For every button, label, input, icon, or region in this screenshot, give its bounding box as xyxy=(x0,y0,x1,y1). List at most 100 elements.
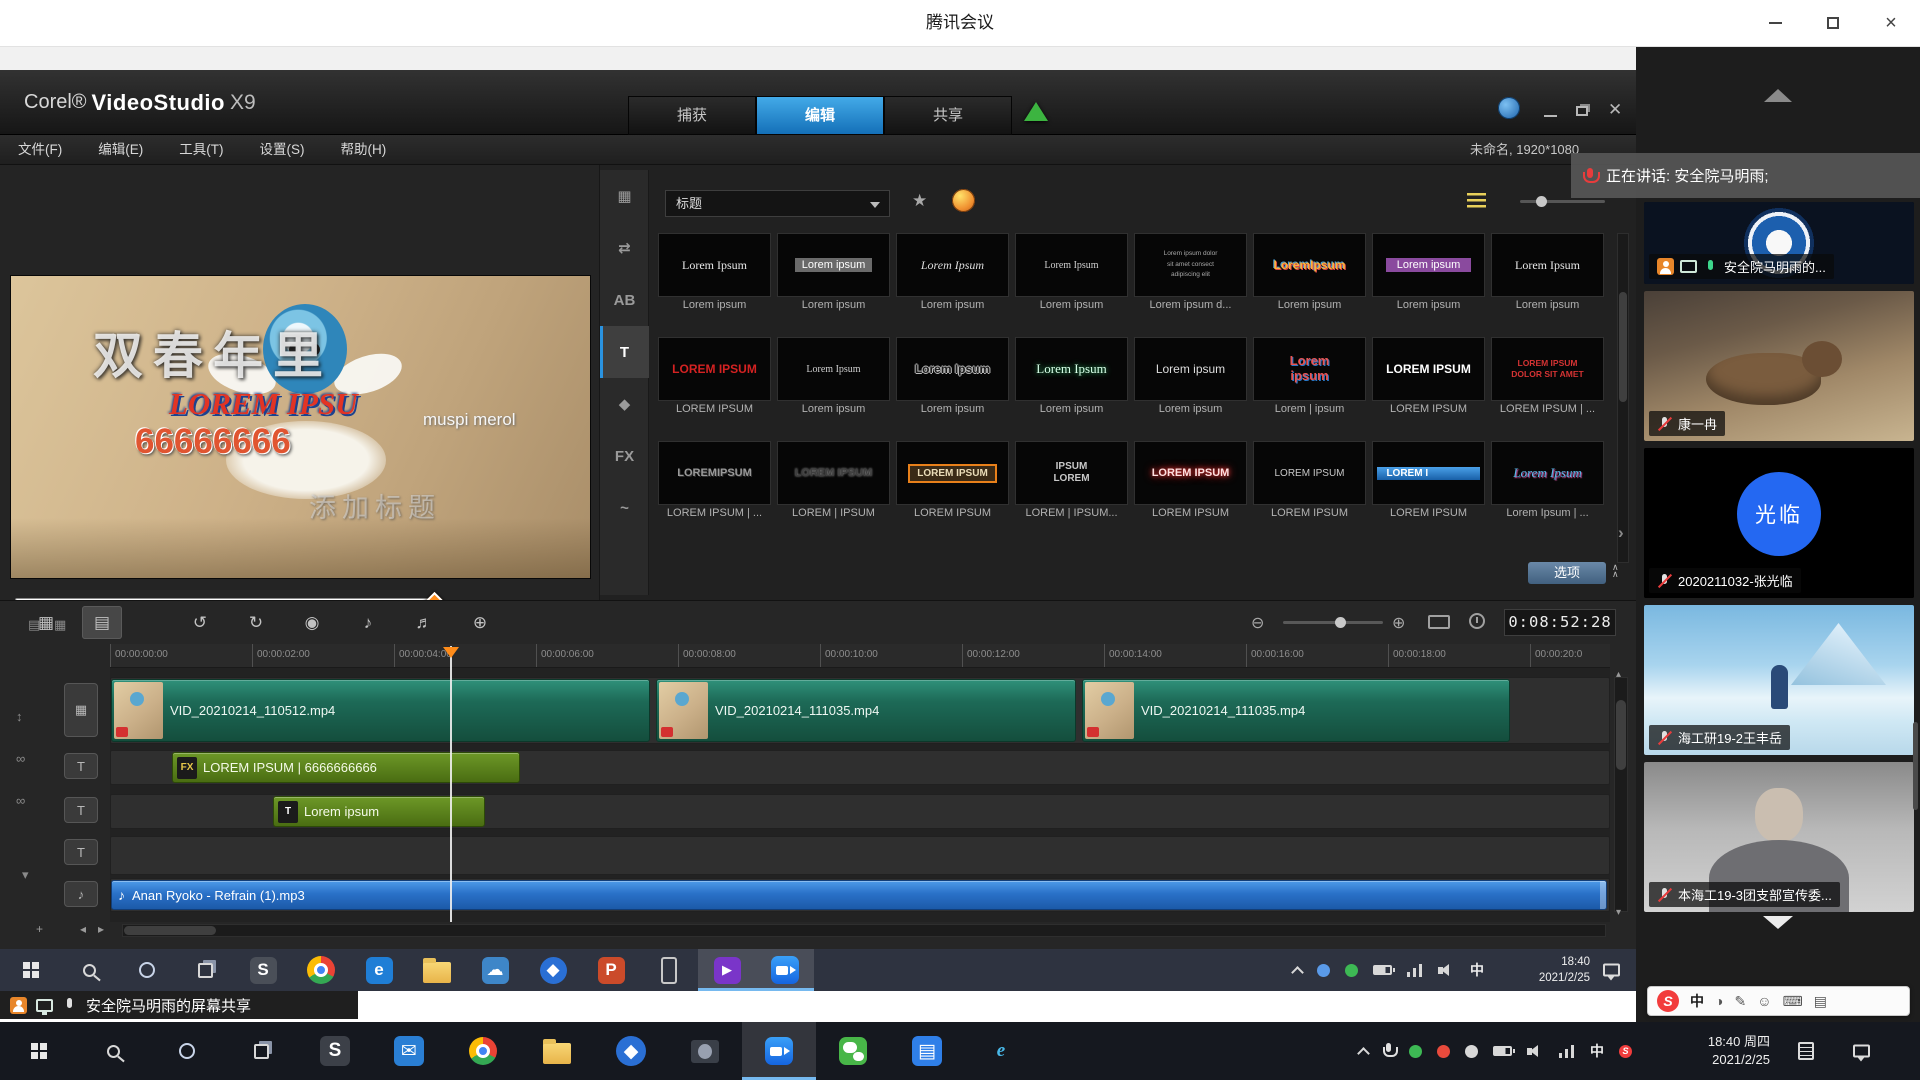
powerpoint-icon[interactable]: P xyxy=(582,949,640,991)
zoom-in-icon[interactable]: ⊕ xyxy=(1392,613,1405,633)
music-track-button[interactable]: ♪ xyxy=(64,881,98,907)
video-clip[interactable]: VID_20210214_110512.mp4 xyxy=(111,679,650,742)
video-clip[interactable]: VID_20210214_111035.mp4 xyxy=(1082,679,1510,742)
undo-icon[interactable]: ↺ xyxy=(180,606,220,639)
title-icon[interactable]: T xyxy=(600,326,649,378)
slider-handle[interactable] xyxy=(1536,196,1547,207)
link-track-icon[interactable]: ∞ xyxy=(16,751,25,766)
halfwidth-icon[interactable]: ◑ xyxy=(1715,993,1723,1009)
compass-icon[interactable]: ◆ xyxy=(594,1022,668,1080)
app-restore-icon[interactable] xyxy=(1576,106,1588,116)
swap-tracks-icon[interactable]: ↕ xyxy=(16,709,23,724)
filter-icon[interactable]: FX xyxy=(600,430,649,482)
media-icon[interactable]: ▦ xyxy=(600,170,649,222)
purchase-globe-icon[interactable] xyxy=(1498,97,1520,119)
title-clip[interactable]: FX LOREM IPSUM | 6666666666 xyxy=(172,752,520,783)
timeline-vscrollbar[interactable] xyxy=(1614,677,1628,912)
options-button[interactable]: 选项 xyxy=(1528,562,1606,584)
video-track-button[interactable]: ▦ xyxy=(64,683,98,737)
record-capture-icon[interactable]: ◉ xyxy=(292,606,332,639)
link-track-icon[interactable]: ∞ xyxy=(16,793,25,808)
panel-expand-icon[interactable]: › xyxy=(1618,523,1624,543)
participant-tile[interactable]: 本海工19-3团支部宣传委... xyxy=(1644,762,1914,912)
collapse-tracks-icon[interactable]: ▾ xyxy=(22,867,29,883)
title-template-tile[interactable]: IPSUM LOREM LOREM | IPSUM... xyxy=(1015,441,1128,522)
scroll-right-icon[interactable]: ▸ xyxy=(98,922,104,936)
compass-icon[interactable]: ◆ xyxy=(524,949,582,991)
music-track[interactable]: ♪ Anan Ryoko - Refrain (1).mp3 xyxy=(110,878,1610,912)
mail-icon[interactable]: ✉ xyxy=(372,1022,446,1080)
docs-icon[interactable]: ▤ xyxy=(890,1022,964,1080)
title-template-tile[interactable]: Lorem ipsum dolor sit amet consect adipi… xyxy=(1134,233,1247,314)
title-template-tile[interactable]: LOREM I LOREM IPSUM xyxy=(1372,441,1485,522)
title-template-tile[interactable]: Lorem ipsum Lorem ipsum xyxy=(1134,337,1247,418)
app-minimize-icon[interactable] xyxy=(1544,115,1557,117)
folder-icon[interactable] xyxy=(408,949,466,991)
meeting-icon[interactable] xyxy=(756,949,814,991)
volume-icon[interactable] xyxy=(1527,1022,1544,1080)
participant-tile[interactable]: 海工研19-2王丰岳 xyxy=(1644,605,1914,755)
menu-item[interactable]: 编辑(E) xyxy=(80,135,161,164)
fit-timeline-icon[interactable] xyxy=(1428,615,1450,629)
sound-mixer-icon[interactable]: ♪ xyxy=(348,606,388,639)
task-view-icon[interactable] xyxy=(224,1022,298,1080)
search-icon[interactable] xyxy=(76,1022,150,1080)
pen-icon[interactable]: ✎ xyxy=(1734,993,1746,1010)
workspace-tab[interactable]: 共享 xyxy=(884,96,1012,135)
playhead-line[interactable] xyxy=(450,646,452,922)
emoji-icon[interactable]: ☺ xyxy=(1757,993,1771,1009)
participant-tile[interactable]: 光临 2020211032-张光临 xyxy=(1644,448,1914,598)
menu-item[interactable]: 设置(S) xyxy=(242,135,323,164)
cortana-icon[interactable] xyxy=(150,1022,224,1080)
sogou-tray-icon[interactable]: S xyxy=(1619,1022,1632,1080)
notes-icon[interactable] xyxy=(1798,1042,1814,1060)
volume-icon[interactable] xyxy=(1438,949,1455,991)
tray-icon-green[interactable] xyxy=(1345,949,1358,991)
camera-icon[interactable] xyxy=(668,1022,742,1080)
slider-handle[interactable] xyxy=(1335,617,1346,628)
network-icon[interactable] xyxy=(1407,949,1423,991)
collapse-up-icon[interactable] xyxy=(1764,89,1792,102)
title-template-tile[interactable]: Lorem Ipsum Lorem ipsum xyxy=(777,337,890,418)
title-template-tile[interactable]: Lorem Ipsum Lorem ipsum xyxy=(1491,233,1604,314)
tray-icon-white[interactable] xyxy=(1465,1022,1478,1080)
category-dropdown[interactable]: 标题 xyxy=(665,190,890,217)
timeline-view-icon[interactable]: ▤ xyxy=(82,606,122,639)
battery-icon[interactable] xyxy=(1493,1022,1512,1080)
timeline-ruler[interactable]: 00:00:00:00 00:00:02:00 00:00:04:00 00:0… xyxy=(110,644,1610,668)
transition-icon[interactable]: AB xyxy=(600,274,649,326)
title-template-tile[interactable]: Lorem Ipsum Lorem Ipsum | ... xyxy=(1491,441,1604,522)
scrollbar-thumb[interactable] xyxy=(1619,292,1627,402)
track-manager-icon[interactable]: ▤ xyxy=(28,617,40,633)
title-track-button[interactable]: T xyxy=(64,839,98,865)
music-clip[interactable]: ♪ Anan Ryoko - Refrain (1).mp3 xyxy=(111,880,1607,910)
chrome-icon[interactable] xyxy=(446,1022,520,1080)
start-icon[interactable] xyxy=(2,949,60,991)
start-icon[interactable] xyxy=(2,1022,76,1080)
title-template-tile[interactable]: LOREM IPSUM LOREM IPSUM xyxy=(896,441,1009,522)
action-center-icon[interactable] xyxy=(1853,1045,1870,1058)
title-template-tile[interactable]: Lorem Ipsum Lorem ipsum xyxy=(896,337,1009,418)
timeline-zoom-slider[interactable] xyxy=(1283,621,1383,624)
task-view-icon[interactable] xyxy=(176,949,234,991)
close-button[interactable]: × xyxy=(1862,0,1920,46)
title-template-tile[interactable]: Lorem ipsum Lorem ipsum xyxy=(1372,233,1485,314)
scroll-left-icon[interactable]: ◂ xyxy=(80,922,86,936)
fit-project-icon[interactable]: + xyxy=(36,922,43,936)
meeting-icon[interactable] xyxy=(742,1022,816,1080)
timeline-hscrollbar[interactable] xyxy=(122,924,1606,937)
workspace-tab[interactable]: 编辑 xyxy=(756,96,884,135)
sogou-logo-icon[interactable]: S xyxy=(1657,990,1679,1012)
action-center-icon[interactable] xyxy=(1603,964,1620,977)
title-template-tile[interactable]: Lorem Ipsum Lorem ipsum xyxy=(1015,233,1128,314)
gallery-sphere-icon[interactable] xyxy=(952,189,975,212)
menu-item[interactable]: 文件(F) xyxy=(0,135,80,164)
list-view-icon[interactable] xyxy=(1467,193,1486,208)
title-template-tile[interactable]: LOREMIPSUM LOREM IPSUM | ... xyxy=(658,441,771,522)
sogou-icon[interactable]: S xyxy=(234,949,292,991)
title-template-tile[interactable]: Lorem Ipsum Lorem ipsum xyxy=(896,233,1009,314)
workspace-tab[interactable]: 捕获 xyxy=(628,96,756,135)
title-template-tile[interactable]: LOREM IPSUM DOLOR SIT AMET LOREM IPSUM |… xyxy=(1491,337,1604,418)
title-template-tile[interactable]: Lorem Ipsum Lorem ipsum xyxy=(1015,337,1128,418)
ie-icon[interactable]: e xyxy=(964,1022,1038,1080)
